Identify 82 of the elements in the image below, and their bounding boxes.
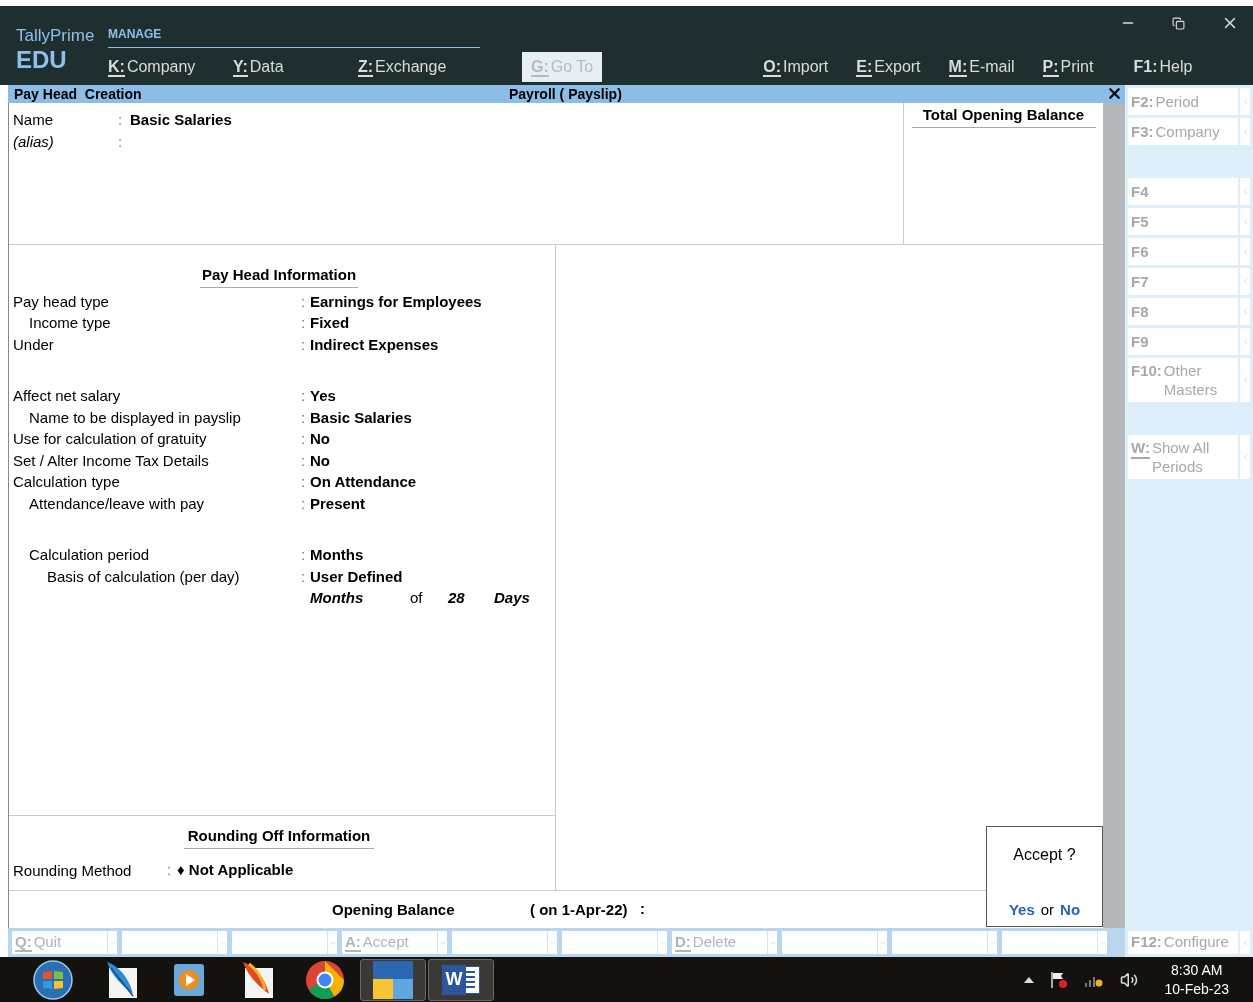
field-label: Rounding Method — [13, 861, 132, 879]
field-colon: : — [301, 429, 307, 449]
field-value[interactable]: Fixed — [310, 312, 350, 334]
field-label: Affect net salary — [13, 386, 121, 406]
field-colon: : — [301, 450, 307, 471]
clock-date[interactable]: 10-Feb-23 — [1164, 979, 1229, 999]
caret-up-icon[interactable] — [1024, 976, 1035, 983]
screen-subtitle: Payroll ( Payslip) — [509, 84, 622, 104]
field-colon: : — [301, 313, 307, 333]
section-label: MANAGE — [108, 27, 162, 41]
field-value[interactable]: Yes — [310, 385, 336, 407]
opening-balance-label: Opening Balance — [332, 900, 455, 918]
field-value[interactable]: Months — [310, 544, 364, 566]
field-colon: : — [167, 860, 173, 881]
field-label: Name — [13, 111, 53, 128]
screen-title: Pay Head Creation — [14, 84, 143, 104]
field-value[interactable]: User Defined — [310, 565, 403, 587]
of-text: of — [410, 588, 423, 606]
field-value[interactable]: Basic Salaries — [130, 108, 232, 132]
field-value[interactable]: No — [310, 449, 330, 471]
field-colon: : — [301, 545, 307, 565]
speaker-icon[interactable] — [1120, 970, 1139, 989]
dialog-question: Accept ? — [1013, 845, 1076, 865]
period-unit: Months — [310, 588, 364, 606]
field-colon: : — [301, 566, 307, 587]
start-orb-icon — [33, 959, 73, 1000]
field-colon: : — [118, 109, 124, 130]
taskbar-button[interactable] — [360, 958, 426, 1001]
product-name: TallyPrime — [16, 26, 96, 46]
field-value[interactable]: On Attendance — [310, 471, 417, 493]
field-label: Attendance/leave with pay — [29, 493, 205, 514]
field-colon: : — [301, 386, 307, 406]
field-colon: : — [640, 899, 645, 920]
field-label: Use for calculation of gratuity — [13, 429, 207, 449]
field-value[interactable]: Present — [310, 492, 366, 514]
scrollbar[interactable] — [1103, 103, 1125, 928]
field-label: Calculation type — [13, 472, 120, 492]
field-colon: : — [118, 131, 124, 152]
field-value[interactable]: Indirect Expenses — [310, 333, 439, 355]
field-value[interactable]: Basic Salaries — [310, 406, 412, 428]
taskbar-button[interactable]: W — [428, 958, 494, 1001]
field-label: Under — [13, 334, 54, 355]
field-colon: : — [301, 493, 307, 514]
opening-balance-date: ( on 1-Apr-22) — [530, 900, 628, 918]
field-label: Calculation period — [29, 545, 150, 565]
section-heading: Pay Head Information — [199, 264, 359, 288]
menu-button[interactable]: M:E-mail — [948, 57, 1015, 77]
field-value[interactable]: ♦ Not Applicable — [177, 859, 294, 882]
field-label: Basis of calculation (per day) — [47, 566, 240, 587]
tiles-icon — [373, 960, 413, 999]
no-button[interactable]: No — [1060, 898, 1081, 921]
play-icon — [172, 961, 206, 998]
ring-logo-icon — [305, 959, 345, 1000]
days-count: 28 — [448, 588, 465, 606]
field-value[interactable]: No — [310, 428, 330, 450]
clock-time[interactable]: 8:30 AM — [1171, 960, 1223, 980]
menu-button[interactable]: F1:Help — [1133, 57, 1193, 77]
field-value[interactable]: Earnings for Employees — [310, 290, 482, 312]
field-label: Income type — [29, 313, 111, 333]
menu-button[interactable]: Y:Data — [233, 57, 284, 77]
menu-button[interactable]: O:Import — [763, 57, 829, 77]
menu-button[interactable]: K:Company — [108, 57, 196, 77]
yes-button[interactable]: Yes — [1008, 898, 1035, 921]
edition-label: EDU — [16, 46, 68, 74]
or-text: or — [1040, 899, 1055, 920]
field-label: Set / Alter Income Tax Details — [13, 450, 209, 471]
field-label: Pay head type — [13, 291, 109, 312]
flag-icon[interactable] — [1050, 970, 1069, 989]
field-colon: : — [301, 472, 307, 492]
restore-icon[interactable] — [1172, 16, 1185, 30]
close-icon[interactable] — [1106, 85, 1123, 102]
field-label: Name to be displayed in payslip — [29, 407, 241, 428]
field-colon: : — [301, 334, 307, 355]
field-colon: : — [301, 407, 307, 428]
period-unit: Days — [494, 587, 530, 608]
menu-button[interactable]: E:Export — [856, 57, 921, 77]
menu-button[interactable]: P:Print — [1042, 57, 1094, 77]
section-heading: Rounding Off Information — [183, 825, 375, 849]
field-colon: : — [301, 291, 307, 312]
menu-button[interactable]: Z:Exchange — [358, 57, 447, 77]
field-label: (alias) — [13, 133, 54, 150]
column-heading: Total Opening Balance — [911, 104, 1096, 128]
